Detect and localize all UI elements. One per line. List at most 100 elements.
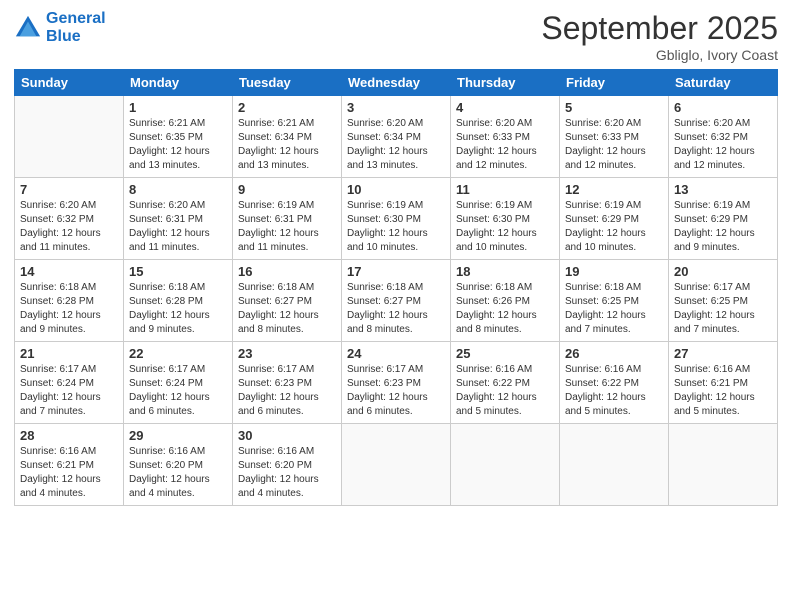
- day-info: Sunrise: 6:19 AM Sunset: 6:30 PM Dayligh…: [347, 199, 445, 255]
- location: Gbliglo, Ivory Coast: [541, 47, 778, 63]
- calendar-cell: 8 Sunrise: 6:20 AM Sunset: 6:31 PM Daylig…: [124, 178, 233, 260]
- calendar-cell: 3 Sunrise: 6:20 AM Sunset: 6:34 PM Daylig…: [342, 96, 451, 178]
- day-number: 30: [238, 428, 336, 443]
- day-info: Sunrise: 6:20 AM Sunset: 6:32 PM Dayligh…: [20, 199, 118, 255]
- day-info: Sunrise: 6:16 AM Sunset: 6:21 PM Dayligh…: [674, 363, 772, 419]
- day-number: 27: [674, 346, 772, 361]
- day-info: Sunrise: 6:18 AM Sunset: 6:26 PM Dayligh…: [456, 281, 554, 337]
- day-number: 23: [238, 346, 336, 361]
- calendar-cell: 29Sunrise: 6:16 AM Sunset: 6:20 PM Dayli…: [124, 424, 233, 506]
- day-number: 4: [456, 100, 554, 115]
- calendar-cell: 19Sunrise: 6:18 AM Sunset: 6:25 PM Dayli…: [560, 260, 669, 342]
- calendar-cell: 12 Sunrise: 6:19 AM Sunset: 6:29 PM Dayli…: [560, 178, 669, 260]
- day-number: 21: [20, 346, 118, 361]
- calendar-cell: 25Sunrise: 6:16 AM Sunset: 6:22 PM Dayli…: [451, 342, 560, 424]
- calendar-cell: 21 Sunrise: 6:17 AM Sunset: 6:24 PM Dayli…: [15, 342, 124, 424]
- day-info: Sunrise: 6:18 AM Sunset: 6:27 PM Dayligh…: [347, 281, 445, 337]
- day-number: 3: [347, 100, 445, 115]
- day-number: 13: [674, 182, 772, 197]
- day-info: Sunrise: 6:17 AM Sunset: 6:24 PM Dayligh…: [129, 363, 227, 419]
- day-info: Sunrise: 6:19 AM Sunset: 6:29 PM Dayligh…: [565, 199, 663, 255]
- day-number: 5: [565, 100, 663, 115]
- day-number: 29: [129, 428, 227, 443]
- day-info: Sunrise: 6:20 AM Sunset: 6:31 PM Dayligh…: [129, 199, 227, 255]
- calendar-cell: 22 Sunrise: 6:17 AM Sunset: 6:24 PM Dayli…: [124, 342, 233, 424]
- day-info: Sunrise: 6:16 AM Sunset: 6:22 PM Dayligh…: [565, 363, 663, 419]
- day-info: Sunrise: 6:18 AM Sunset: 6:25 PM Dayligh…: [565, 281, 663, 337]
- day-info: Sunrise: 6:17 AM Sunset: 6:23 PM Dayligh…: [238, 363, 336, 419]
- page: General Blue September 2025 Gbliglo, Ivo…: [0, 0, 792, 612]
- calendar-cell: 14 Sunrise: 6:18 AM Sunset: 6:28 PM Dayli…: [15, 260, 124, 342]
- day-number: 9: [238, 182, 336, 197]
- calendar-cell: 17 Sunrise: 6:18 AM Sunset: 6:27 PM Dayli…: [342, 260, 451, 342]
- calendar-cell: [560, 424, 669, 506]
- day-info: Sunrise: 6:20 AM Sunset: 6:33 PM Dayligh…: [456, 117, 554, 173]
- calendar-cell: 2 Sunrise: 6:21 AM Sunset: 6:34 PM Daylig…: [233, 96, 342, 178]
- month-title: September 2025: [541, 10, 778, 47]
- day-info: Sunrise: 6:20 AM Sunset: 6:33 PM Dayligh…: [565, 117, 663, 173]
- header-tuesday: Tuesday: [233, 70, 342, 96]
- day-number: 14: [20, 264, 118, 279]
- day-number: 2: [238, 100, 336, 115]
- header: General Blue September 2025 Gbliglo, Ivo…: [14, 10, 778, 63]
- day-info: Sunrise: 6:16 AM Sunset: 6:22 PM Dayligh…: [456, 363, 554, 419]
- calendar-cell: 13 Sunrise: 6:19 AM Sunset: 6:29 PM Dayli…: [669, 178, 778, 260]
- day-number: 8: [129, 182, 227, 197]
- day-info: Sunrise: 6:20 AM Sunset: 6:34 PM Dayligh…: [347, 117, 445, 173]
- calendar-cell: 10 Sunrise: 6:19 AM Sunset: 6:30 PM Dayli…: [342, 178, 451, 260]
- calendar-cell: 11Sunrise: 6:19 AM Sunset: 6:30 PM Dayli…: [451, 178, 560, 260]
- day-number: 7: [20, 182, 118, 197]
- day-info: Sunrise: 6:18 AM Sunset: 6:28 PM Dayligh…: [20, 281, 118, 337]
- header-saturday: Saturday: [669, 70, 778, 96]
- logo-icon: [14, 14, 42, 42]
- day-info: Sunrise: 6:21 AM Sunset: 6:34 PM Dayligh…: [238, 117, 336, 173]
- day-info: Sunrise: 6:21 AM Sunset: 6:35 PM Dayligh…: [129, 117, 227, 173]
- day-number: 26: [565, 346, 663, 361]
- calendar-cell: [342, 424, 451, 506]
- calendar-cell: 18 Sunrise: 6:18 AM Sunset: 6:26 PM Dayli…: [451, 260, 560, 342]
- day-info: Sunrise: 6:16 AM Sunset: 6:20 PM Dayligh…: [238, 445, 336, 501]
- day-info: Sunrise: 6:17 AM Sunset: 6:24 PM Dayligh…: [20, 363, 118, 419]
- day-number: 12: [565, 182, 663, 197]
- calendar-cell: 5 Sunrise: 6:20 AM Sunset: 6:33 PM Daylig…: [560, 96, 669, 178]
- day-number: 18: [456, 264, 554, 279]
- weekday-header-row: Sunday Monday Tuesday Wednesday Thursday…: [15, 70, 778, 96]
- calendar-cell: 6 Sunrise: 6:20 AM Sunset: 6:32 PM Daylig…: [669, 96, 778, 178]
- day-info: Sunrise: 6:20 AM Sunset: 6:32 PM Dayligh…: [674, 117, 772, 173]
- day-number: 15: [129, 264, 227, 279]
- calendar-cell: 20 Sunrise: 6:17 AM Sunset: 6:25 PM Dayli…: [669, 260, 778, 342]
- day-number: 10: [347, 182, 445, 197]
- day-info: Sunrise: 6:19 AM Sunset: 6:29 PM Dayligh…: [674, 199, 772, 255]
- day-number: 1: [129, 100, 227, 115]
- day-info: Sunrise: 6:19 AM Sunset: 6:31 PM Dayligh…: [238, 199, 336, 255]
- calendar-cell: 7 Sunrise: 6:20 AM Sunset: 6:32 PM Daylig…: [15, 178, 124, 260]
- calendar-cell: 24Sunrise: 6:17 AM Sunset: 6:23 PM Dayli…: [342, 342, 451, 424]
- calendar-cell: [15, 96, 124, 178]
- logo-text: General Blue: [46, 10, 106, 45]
- calendar-cell: 27 Sunrise: 6:16 AM Sunset: 6:21 PM Dayli…: [669, 342, 778, 424]
- calendar-cell: 1 Sunrise: 6:21 AM Sunset: 6:35 PM Daylig…: [124, 96, 233, 178]
- day-info: Sunrise: 6:16 AM Sunset: 6:21 PM Dayligh…: [20, 445, 118, 501]
- day-number: 22: [129, 346, 227, 361]
- day-number: 16: [238, 264, 336, 279]
- day-number: 6: [674, 100, 772, 115]
- header-monday: Monday: [124, 70, 233, 96]
- header-sunday: Sunday: [15, 70, 124, 96]
- day-info: Sunrise: 6:19 AM Sunset: 6:30 PM Dayligh…: [456, 199, 554, 255]
- day-number: 17: [347, 264, 445, 279]
- day-number: 20: [674, 264, 772, 279]
- calendar-cell: 28Sunrise: 6:16 AM Sunset: 6:21 PM Dayli…: [15, 424, 124, 506]
- calendar-cell: 23 Sunrise: 6:17 AM Sunset: 6:23 PM Dayli…: [233, 342, 342, 424]
- header-thursday: Thursday: [451, 70, 560, 96]
- calendar-cell: 16 Sunrise: 6:18 AM Sunset: 6:27 PM Dayli…: [233, 260, 342, 342]
- calendar-cell: 4 Sunrise: 6:20 AM Sunset: 6:33 PM Daylig…: [451, 96, 560, 178]
- calendar-cell: [669, 424, 778, 506]
- calendar-table: Sunday Monday Tuesday Wednesday Thursday…: [14, 69, 778, 506]
- calendar-cell: 9 Sunrise: 6:19 AM Sunset: 6:31 PM Daylig…: [233, 178, 342, 260]
- day-info: Sunrise: 6:17 AM Sunset: 6:25 PM Dayligh…: [674, 281, 772, 337]
- calendar-cell: 26 Sunrise: 6:16 AM Sunset: 6:22 PM Dayli…: [560, 342, 669, 424]
- day-info: Sunrise: 6:17 AM Sunset: 6:23 PM Dayligh…: [347, 363, 445, 419]
- header-wednesday: Wednesday: [342, 70, 451, 96]
- day-info: Sunrise: 6:18 AM Sunset: 6:27 PM Dayligh…: [238, 281, 336, 337]
- calendar-cell: 30 Sunrise: 6:16 AM Sunset: 6:20 PM Dayli…: [233, 424, 342, 506]
